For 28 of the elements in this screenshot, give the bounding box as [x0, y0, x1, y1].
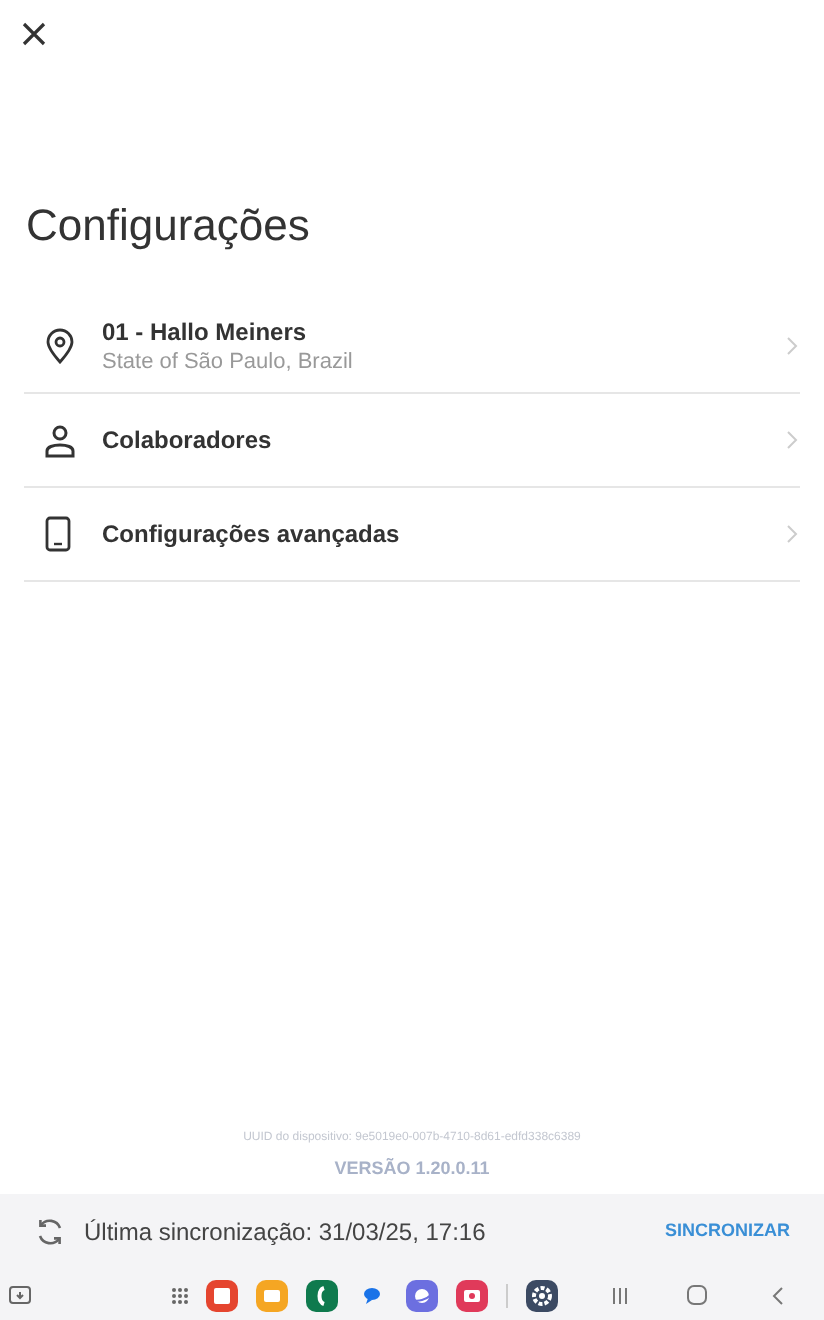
person-icon: [44, 423, 76, 457]
planet-app-icon[interactable]: [406, 1279, 438, 1311]
chevron-right-icon: [786, 336, 798, 356]
settings-item[interactable]: Configurações avançadas: [24, 488, 800, 582]
sync-icon: [34, 1216, 66, 1248]
chevron-right-icon: [786, 430, 798, 450]
version-label: VERSÃO 1.20.0.11: [334, 1155, 490, 1181]
item-label: 01 - Hallo Meiners: [102, 317, 309, 347]
phone-app-icon[interactable]: [306, 1279, 338, 1311]
item-subtitle: State of São Paulo, Brazil: [102, 347, 355, 375]
location-pin-icon: [44, 328, 76, 364]
back-icon[interactable]: [768, 1285, 788, 1305]
item-label: Colaboradores: [102, 425, 274, 455]
recent-apps-icon[interactable]: [610, 1285, 630, 1305]
settings-item[interactable]: Colaboradores: [24, 394, 800, 488]
settings-item[interactable]: 01 - Hallo Meiners State of São Paulo, Brazil: [24, 300, 800, 394]
note-app-icon[interactable]: [206, 1279, 238, 1311]
tablet-icon: [44, 516, 72, 552]
camera-app-icon[interactable]: [456, 1279, 488, 1311]
screen-icon[interactable]: [8, 1283, 32, 1307]
close-icon[interactable]: [20, 20, 48, 48]
chevron-right-icon: [786, 524, 798, 544]
app-grid-icon[interactable]: [170, 1285, 190, 1305]
item-label: Configurações avançadas: [102, 519, 402, 549]
home-icon[interactable]: [686, 1284, 708, 1306]
last-sync-text: Última sincronização: 31/03/25, 17:16: [84, 1216, 486, 1250]
page-title: Configurações: [26, 198, 312, 254]
settings-app-icon[interactable]: [526, 1279, 558, 1311]
